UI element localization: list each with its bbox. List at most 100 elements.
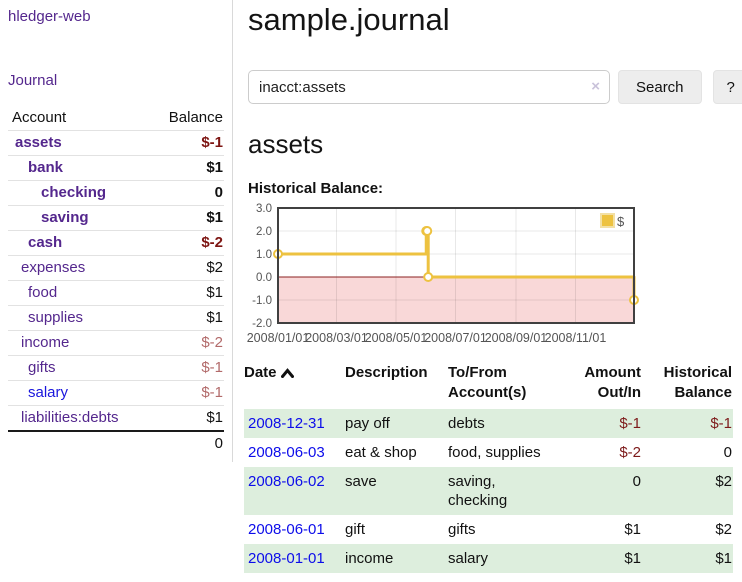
transaction-date-link[interactable]: 2008-06-01 bbox=[248, 521, 325, 538]
app-layout: hledger-web Journal Account Balance asse… bbox=[0, 0, 742, 573]
account-row: food $1 bbox=[8, 281, 224, 306]
chart-label: Historical Balance: bbox=[248, 180, 742, 197]
account-row: checking 0 bbox=[8, 181, 224, 206]
search-form: × Search ? bbox=[248, 70, 742, 104]
y-axis-tick-label: 1.0 bbox=[256, 249, 272, 261]
transaction-date-link[interactable]: 2008-12-31 bbox=[248, 415, 325, 432]
y-axis-tick-label: 2.0 bbox=[256, 226, 272, 238]
x-axis-tick-label: 2008/03/01 bbox=[305, 331, 368, 345]
accounts-table: Account Balance assets $-1 bank $1 checking 0… bbox=[8, 106, 224, 456]
account-balance: $-1 bbox=[149, 131, 224, 156]
transaction-accounts: food, supplies bbox=[448, 438, 560, 467]
register-header-amount: Amount Out/In bbox=[560, 361, 642, 409]
x-axis-tick-label: 2008/05/01 bbox=[365, 331, 428, 345]
x-axis-tick-label: 2008/11/01 bbox=[545, 331, 607, 345]
account-row: salary $-1 bbox=[8, 381, 224, 406]
account-row: bank $1 bbox=[8, 156, 224, 181]
transaction-description: income bbox=[345, 544, 448, 573]
account-link[interactable]: income bbox=[21, 334, 69, 351]
register-header-account: To/From Account(s) bbox=[448, 361, 560, 409]
account-link[interactable]: assets bbox=[15, 134, 62, 151]
account-link[interactable]: bank bbox=[28, 159, 63, 176]
register-header-balance: Historical Balance bbox=[642, 361, 733, 409]
transaction-amount: 0 bbox=[560, 467, 642, 515]
account-link[interactable]: liabilities:debts bbox=[21, 409, 119, 426]
account-link[interactable]: expenses bbox=[21, 259, 85, 276]
search-button[interactable]: Search bbox=[618, 70, 702, 104]
accounts-total: 0 bbox=[149, 431, 224, 456]
transaction-amount: $1 bbox=[560, 515, 642, 544]
y-axis-tick-label: 3.0 bbox=[256, 203, 272, 215]
account-link[interactable]: supplies bbox=[28, 309, 83, 326]
account-link[interactable]: saving bbox=[41, 209, 89, 226]
transaction-accounts: debts bbox=[448, 409, 560, 438]
transaction-accounts: saving, checking bbox=[448, 467, 560, 515]
accounts-header-balance: Balance bbox=[149, 106, 224, 131]
transaction-amount: $-1 bbox=[560, 409, 642, 438]
account-balance: $1 bbox=[149, 406, 224, 432]
help-button[interactable]: ? bbox=[713, 70, 742, 104]
x-axis-tick-label: 2008/01/01 bbox=[247, 331, 310, 345]
clear-search-icon[interactable]: × bbox=[591, 78, 600, 96]
register-row: 2008-01-01incomesalary$1$1 bbox=[244, 544, 733, 573]
transaction-date-link[interactable]: 2008-06-03 bbox=[248, 444, 325, 461]
app-title-link[interactable]: hledger-web bbox=[8, 8, 91, 25]
legend-swatch bbox=[601, 214, 614, 227]
account-link[interactable]: salary bbox=[28, 384, 68, 401]
account-link[interactable]: food bbox=[28, 284, 57, 301]
x-axis-tick-label: 2008/09/01 bbox=[485, 331, 548, 345]
transaction-balance: $1 bbox=[642, 544, 733, 573]
accounts-total-row: 0 bbox=[8, 431, 224, 456]
register-header-date[interactable]: Date bbox=[244, 361, 345, 409]
account-balance: $1 bbox=[149, 206, 224, 231]
register-row: 2008-12-31pay offdebts$-1$-1 bbox=[244, 409, 733, 438]
account-balance: $-1 bbox=[149, 381, 224, 406]
transaction-amount: $-2 bbox=[560, 438, 642, 467]
account-row: saving $1 bbox=[8, 206, 224, 231]
accounts-header-account: Account bbox=[8, 106, 149, 131]
y-axis-tick-label: 0.0 bbox=[256, 272, 272, 284]
transaction-accounts: gifts bbox=[448, 515, 560, 544]
legend-label: $ bbox=[617, 214, 625, 229]
transaction-accounts: salary bbox=[448, 544, 560, 573]
account-page-title: assets bbox=[248, 128, 742, 160]
transaction-date-link[interactable]: 2008-01-01 bbox=[248, 550, 325, 567]
transaction-balance: $-1 bbox=[642, 409, 733, 438]
transaction-description: eat & shop bbox=[345, 438, 448, 467]
main-content: sample.journal × Search ? assets Histori… bbox=[233, 0, 742, 573]
account-row: supplies $1 bbox=[8, 306, 224, 331]
register-header-description: Description bbox=[345, 361, 448, 409]
account-row: liabilities:debts $1 bbox=[8, 406, 224, 432]
transaction-amount: $1 bbox=[560, 544, 642, 573]
account-row: assets $-1 bbox=[8, 131, 224, 156]
transaction-date-link[interactable]: 2008-06-02 bbox=[248, 473, 325, 490]
register-table: Date Description To/From Account(s) Amou… bbox=[244, 361, 733, 573]
transaction-balance: $2 bbox=[642, 467, 733, 515]
sort-asc-icon bbox=[281, 368, 294, 378]
transaction-description: save bbox=[345, 467, 448, 515]
account-row: cash$-2 bbox=[8, 231, 224, 256]
transaction-balance: 0 bbox=[642, 438, 733, 467]
sidebar-item-journal[interactable]: Journal bbox=[8, 72, 224, 89]
register-row: 2008-06-02 savesaving, checking0$2 bbox=[244, 467, 733, 515]
y-axis-tick-label: -1.0 bbox=[252, 295, 272, 307]
account-link[interactable]: checking bbox=[41, 184, 106, 201]
transaction-description: gift bbox=[345, 515, 448, 544]
account-balance: $1 bbox=[149, 306, 224, 331]
account-balance: $-1 bbox=[149, 356, 224, 381]
transaction-balance: $2 bbox=[642, 515, 733, 544]
account-link[interactable]: cash bbox=[28, 234, 62, 251]
account-row: expenses$2 bbox=[8, 256, 224, 281]
page-title: sample.journal bbox=[248, 2, 742, 38]
transaction-description: pay off bbox=[345, 409, 448, 438]
y-axis-tick-label: -2.0 bbox=[252, 318, 272, 330]
account-balance: $-2 bbox=[149, 331, 224, 356]
search-input[interactable] bbox=[248, 70, 610, 104]
sidebar: hledger-web Journal Account Balance asse… bbox=[0, 0, 233, 462]
historical-balance-chart: 3.0 2.0 1.0 0.0 -1.0 -2.02008/01/012008/03/01… bbox=[248, 201, 648, 351]
account-link[interactable]: gifts bbox=[28, 359, 56, 376]
account-balance: $1 bbox=[149, 156, 224, 181]
account-balance: 0 bbox=[149, 181, 224, 206]
account-row: income $-2 bbox=[8, 331, 224, 356]
account-balance: $1 bbox=[149, 281, 224, 306]
